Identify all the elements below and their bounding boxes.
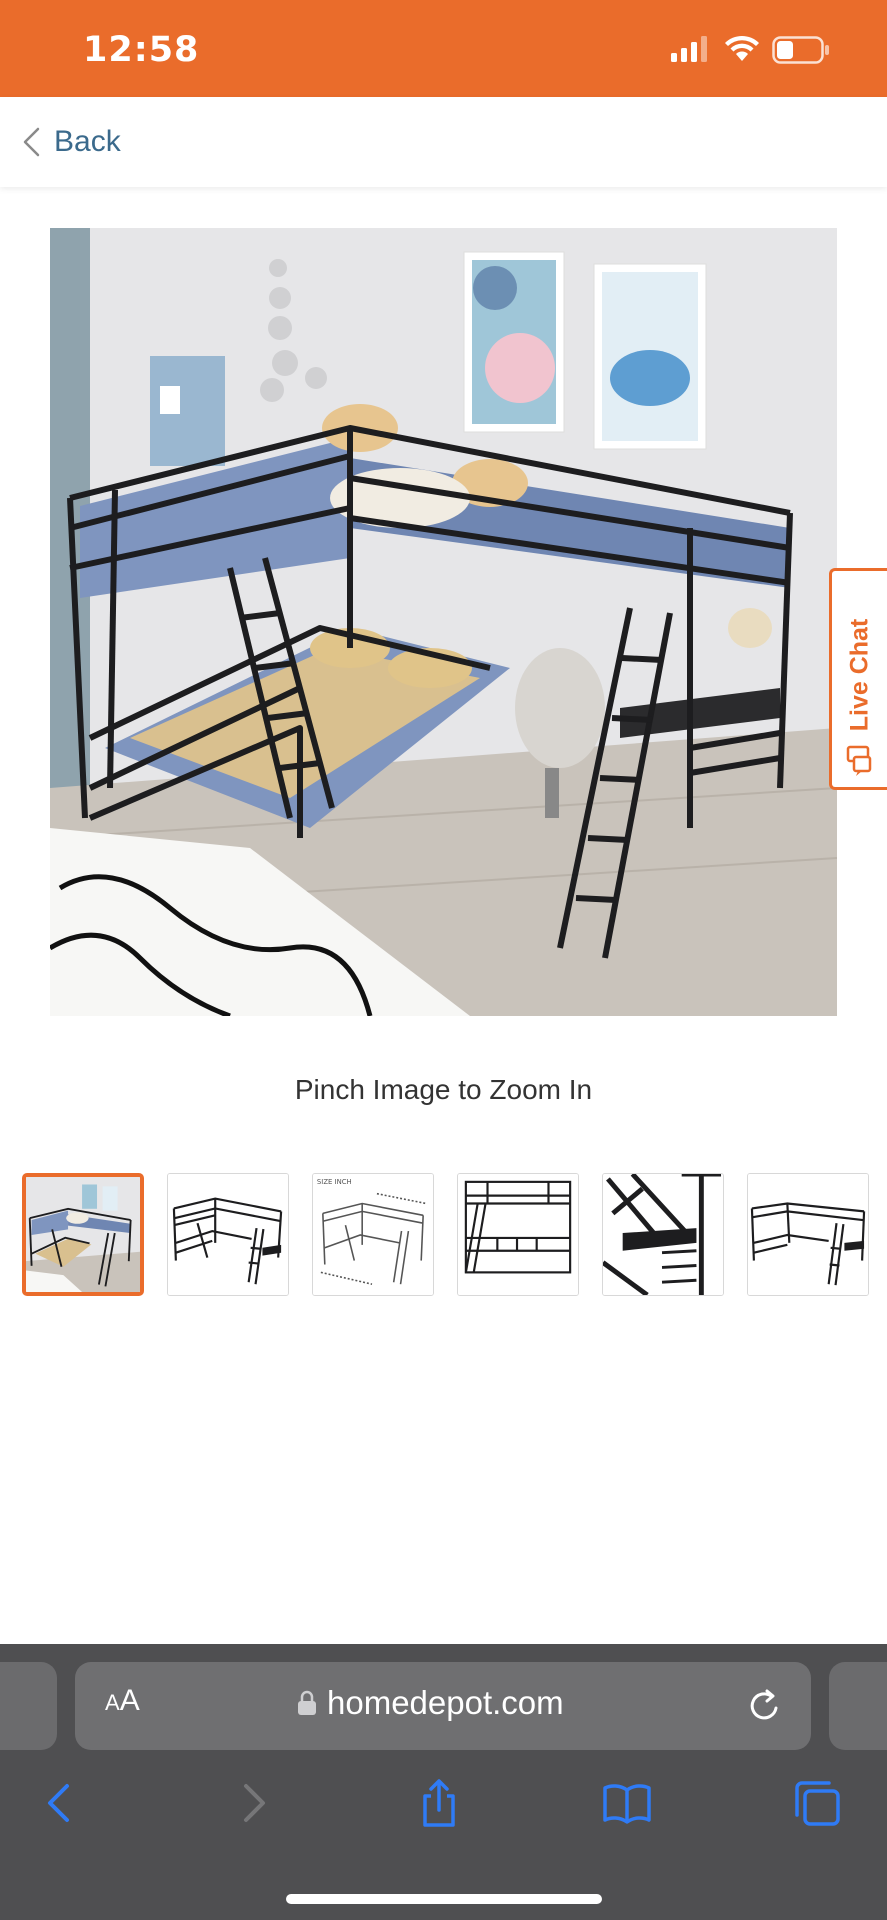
status-bar: 12:58	[0, 0, 887, 97]
thumbnail-5[interactable]	[602, 1173, 724, 1296]
svg-text:SIZE INCH: SIZE INCH	[317, 1178, 352, 1186]
battery-icon	[772, 36, 829, 64]
live-chat-label: Live Chat	[845, 618, 873, 731]
wifi-icon	[725, 35, 759, 61]
share-icon	[423, 1779, 455, 1827]
chevron-left-icon	[48, 1784, 69, 1822]
share-button[interactable]	[414, 1778, 464, 1828]
thumbnail-3[interactable]: SIZE INCH	[312, 1173, 434, 1296]
chevron-left-icon	[23, 127, 40, 157]
main-product-image[interactable]	[50, 228, 837, 1016]
zoom-hint: Pinch Image to Zoom In	[294, 1074, 593, 1105]
tabs-icon	[795, 1781, 840, 1826]
back-label: Back	[54, 125, 121, 158]
cellular-signal-icon	[671, 36, 707, 62]
previous-tab-peek[interactable]	[0, 1662, 57, 1750]
chevron-right-icon	[244, 1784, 265, 1822]
bookmarks-button[interactable]	[602, 1778, 652, 1828]
thumbnail-1[interactable]	[22, 1173, 144, 1296]
address-bar[interactable]: AA homedepot.com	[75, 1662, 811, 1750]
thumbnail-4[interactable]	[457, 1173, 579, 1296]
url-text: homedepot.com	[327, 1684, 564, 1721]
back-button[interactable]: Back	[20, 117, 121, 167]
browser-forward-button[interactable]	[228, 1778, 278, 1828]
url-display[interactable]: homedepot.com	[297, 1684, 564, 1722]
thumbnail-strip[interactable]: SIZE INCH	[22, 1173, 887, 1298]
navigation-header: Back	[0, 97, 887, 187]
thumbnail-6[interactable]	[747, 1173, 869, 1296]
lock-icon	[298, 1690, 316, 1715]
reload-icon[interactable]	[745, 1686, 785, 1726]
thumbnail-2[interactable]	[167, 1173, 289, 1296]
chat-icon	[846, 745, 872, 776]
next-tab-peek[interactable]	[829, 1662, 887, 1750]
home-indicator	[286, 1894, 602, 1904]
browser-back-button[interactable]	[35, 1778, 85, 1828]
book-icon	[603, 1784, 651, 1824]
status-time: 12:58	[83, 30, 200, 70]
tabs-button[interactable]	[792, 1778, 842, 1828]
live-chat-button[interactable]: Live Chat	[829, 568, 887, 790]
text-size-button[interactable]: AA	[105, 1684, 140, 1718]
bunk-bed-photo	[50, 228, 837, 1016]
